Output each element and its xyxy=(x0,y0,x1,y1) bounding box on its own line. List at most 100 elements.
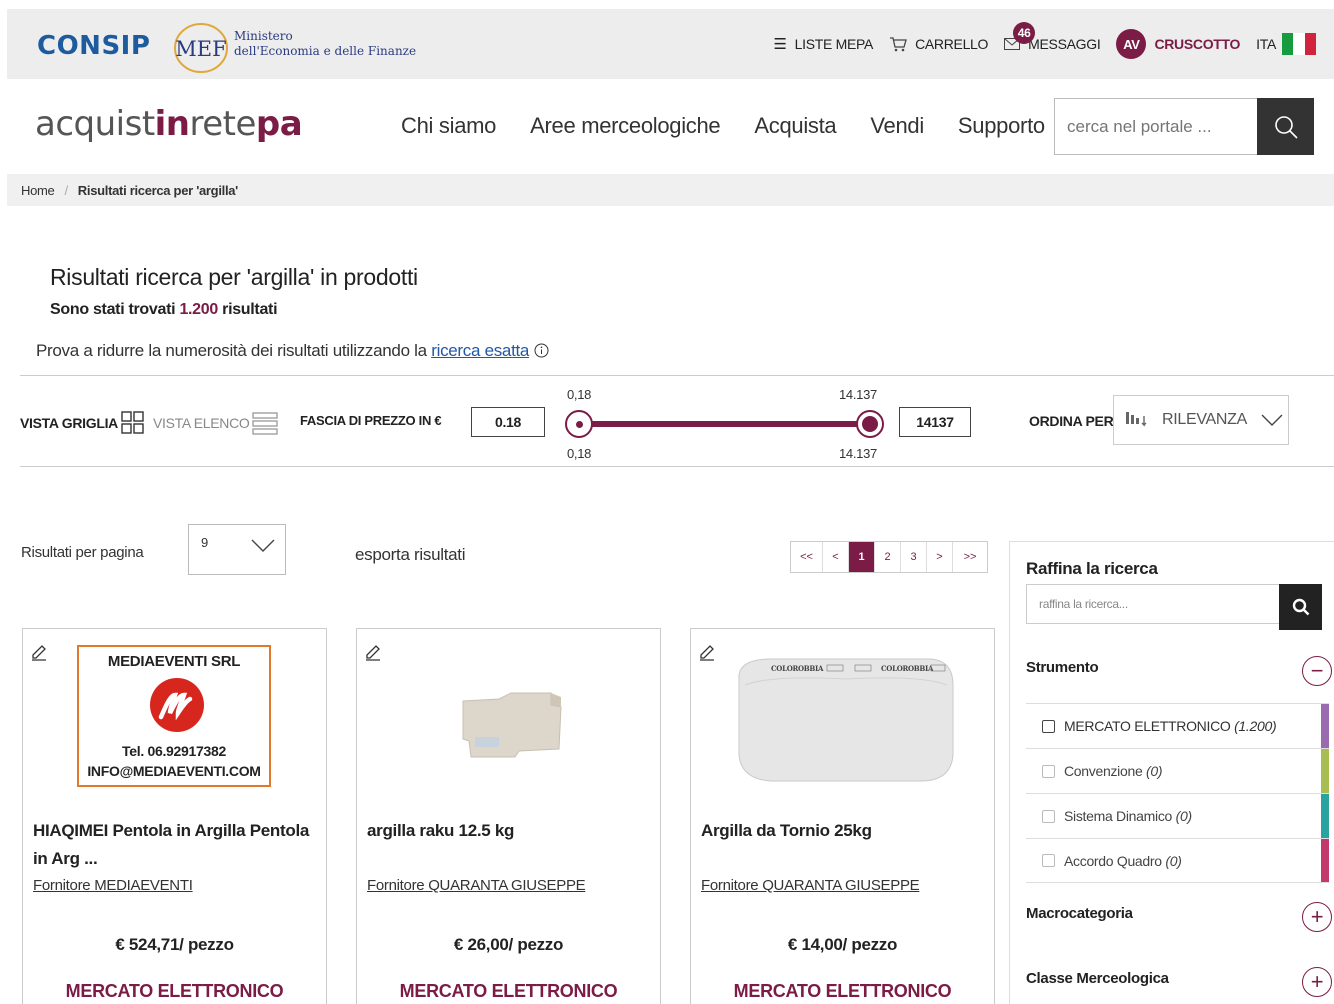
vista-griglia-label: VISTA GRIGLIA xyxy=(20,415,118,431)
refine-search-button[interactable] xyxy=(1279,584,1322,630)
results-per-page-value: 9 xyxy=(201,535,209,550)
product-name[interactable]: HIAQIMEI Pentola in Argilla Pentola in A… xyxy=(33,817,313,873)
sort-value: RILEVANZA xyxy=(1162,411,1248,428)
price-slider-track[interactable] xyxy=(580,421,870,427)
refine-search-input[interactable]: raffina la ricerca... xyxy=(1026,584,1280,624)
refine-sidebar: Raffina la ricerca raffina la ricerca...… xyxy=(1009,541,1334,1004)
pager-next[interactable]: > xyxy=(927,542,953,572)
portal-search-button[interactable] xyxy=(1257,98,1314,155)
pagination: << < 1 2 3 > >> xyxy=(790,541,988,573)
export-results-link[interactable]: esporta risultati xyxy=(355,545,465,565)
liste-mepa-label: LISTE MEPA xyxy=(794,36,874,52)
breadcrumb: Home / Risultati ricerca per 'argilla' xyxy=(7,174,1334,206)
product-card[interactable]: argilla raku 12.5 kg Fornitore QUARANTA … xyxy=(356,628,661,1004)
checkbox[interactable] xyxy=(1042,764,1055,778)
price-min-input[interactable]: 0.18 xyxy=(471,407,545,437)
expand-classe-icon[interactable]: + xyxy=(1302,967,1332,997)
nav-vendi[interactable]: Vendi xyxy=(870,113,924,139)
nav-acquista[interactable]: Acquista xyxy=(754,113,836,139)
vista-griglia-toggle[interactable]: VISTA GRIGLIA xyxy=(20,411,145,435)
price-slider-min-handle[interactable] xyxy=(565,410,593,438)
top-links: ☰ LISTE MEPA CARRELLO 46 MESSAGGI AV CRU… xyxy=(757,22,1316,59)
nav-chi-siamo[interactable]: Chi siamo xyxy=(401,113,496,139)
facet-item-mercato-elettronico[interactable]: MERCATO ELETTRONICO (1.200) xyxy=(1026,703,1329,748)
facet-item-accordo-quadro[interactable]: Accordo Quadro (0) xyxy=(1026,838,1329,883)
pager-page-3[interactable]: 3 xyxy=(901,542,927,572)
liste-mepa-link[interactable]: ☰ LISTE MEPA xyxy=(773,35,873,53)
search-icon xyxy=(1292,598,1309,616)
edit-icon[interactable] xyxy=(697,643,717,663)
acquistinretepa-logo[interactable]: acquistinretepa xyxy=(35,104,303,144)
product-card[interactable]: MEDIAEVENTI SRL Tel. 06.92917382 INFO@ME… xyxy=(22,628,327,1004)
sort-icon xyxy=(1126,412,1147,427)
messaggi-badge: 46 xyxy=(1013,22,1036,44)
price-max-input[interactable]: 14137 xyxy=(899,407,971,437)
mediaeventi-logo-icon xyxy=(150,678,204,732)
mef-title: Ministero dell'Economia e delle Finanze xyxy=(234,29,416,59)
pager-last[interactable]: >> xyxy=(953,542,987,572)
expand-macrocategoria-icon[interactable]: + xyxy=(1302,902,1332,932)
facet-item-convenzione[interactable]: Convenzione (0) xyxy=(1026,748,1329,793)
search-hint: Prova a ridurre la numerosità dei risult… xyxy=(36,341,549,361)
breadcrumb-home[interactable]: Home xyxy=(21,183,55,198)
cruscotto-label: CRUSCOTTO xyxy=(1154,36,1241,52)
portal-search-input[interactable] xyxy=(1055,99,1255,154)
mef-logo[interactable]: MEF xyxy=(171,19,231,75)
consip-logo[interactable]: CONSIP xyxy=(37,31,150,61)
pager-first[interactable]: << xyxy=(791,542,823,572)
chevron-down-icon xyxy=(1261,414,1283,426)
supplier-link[interactable]: Fornitore QUARANTA GIUSEPPE xyxy=(701,877,920,894)
messaggi-link[interactable]: 46 MESSAGGI xyxy=(1004,22,1101,52)
messaggi-label: MESSAGGI xyxy=(1028,36,1101,52)
top-bar: CONSIP MEF Ministero dell'Economia e del… xyxy=(7,9,1334,79)
product-strumento: MERCATO ELETTRONICO xyxy=(65,981,284,1001)
language-label: ITA xyxy=(1256,36,1276,52)
facet-strumento-title: Strumento xyxy=(1026,659,1099,676)
cruscotto-link[interactable]: AV CRUSCOTTO xyxy=(1116,29,1240,59)
checkbox[interactable] xyxy=(1042,809,1055,823)
checkbox[interactable] xyxy=(1042,854,1055,867)
product-card[interactable]: COLOROBBIA COLOROBBIA Argilla da Tornio … xyxy=(690,628,995,1004)
facet-macrocategoria-title[interactable]: Macrocategoria xyxy=(1026,905,1133,922)
color-bar xyxy=(1321,749,1329,793)
nav-aree-merceologiche[interactable]: Aree merceologiche xyxy=(530,113,721,139)
ricerca-esatta-link[interactable]: ricerca esatta xyxy=(431,341,529,360)
product-strumento: MERCATO ELETTRONICO xyxy=(733,981,952,1001)
product-price: € 26,00/ pezzo xyxy=(453,935,564,954)
filter-bar: VISTA GRIGLIA VISTA ELENCO FASCIA DI PRE… xyxy=(20,375,1334,467)
facet-classe-title[interactable]: Classe Merceologica xyxy=(1026,970,1169,987)
svg-text:MEF: MEF xyxy=(175,37,226,61)
product-name[interactable]: Argilla da Tornio 25kg xyxy=(701,817,981,845)
edit-icon[interactable] xyxy=(29,643,49,663)
slider-min-label-top: 0,18 xyxy=(567,387,592,402)
vista-elenco-label: VISTA ELENCO xyxy=(153,415,250,431)
mef-line1: Ministero xyxy=(234,29,293,43)
pager-page-2[interactable]: 2 xyxy=(875,542,901,572)
vista-elenco-toggle[interactable]: VISTA ELENCO xyxy=(153,411,278,435)
product-image[interactable]: COLOROBBIA COLOROBBIA xyxy=(731,645,961,787)
edit-icon[interactable] xyxy=(363,643,383,663)
facet-item-sistema-dinamico[interactable]: Sistema Dinamico (0) xyxy=(1026,793,1329,838)
price-slider-max-handle[interactable] xyxy=(856,410,884,438)
language-selector[interactable]: ITA xyxy=(1256,33,1316,55)
list-icon xyxy=(251,412,278,435)
product-name[interactable]: argilla raku 12.5 kg xyxy=(367,817,647,845)
results-per-page-label: Risultati per pagina xyxy=(21,544,144,561)
cart-icon xyxy=(890,37,907,52)
supplier-link[interactable]: Fornitore QUARANTA GIUSEPPE xyxy=(367,877,586,894)
ordina-label: ORDINA PER xyxy=(1029,413,1114,429)
supplier-link[interactable]: Fornitore MEDIAEVENTI xyxy=(33,877,193,894)
carrello-link[interactable]: CARRELLO xyxy=(889,36,988,52)
product-image[interactable]: MEDIAEVENTI SRL Tel. 06.92917382 INFO@ME… xyxy=(77,645,271,787)
pager-page-1[interactable]: 1 xyxy=(849,542,875,572)
product-image[interactable] xyxy=(411,645,605,787)
results-per-page-select[interactable]: 9 xyxy=(188,524,286,575)
info-icon[interactable] xyxy=(534,343,549,358)
nav-supporto[interactable]: Supporto xyxy=(958,113,1045,139)
pager-prev[interactable]: < xyxy=(823,542,849,572)
italy-flag-icon xyxy=(1282,33,1316,55)
checkbox[interactable] xyxy=(1042,719,1055,733)
collapse-strumento-icon[interactable]: − xyxy=(1302,656,1332,686)
sort-select[interactable]: RILEVANZA xyxy=(1113,395,1289,445)
mef-line2: dell'Economia e delle Finanze xyxy=(234,44,417,58)
